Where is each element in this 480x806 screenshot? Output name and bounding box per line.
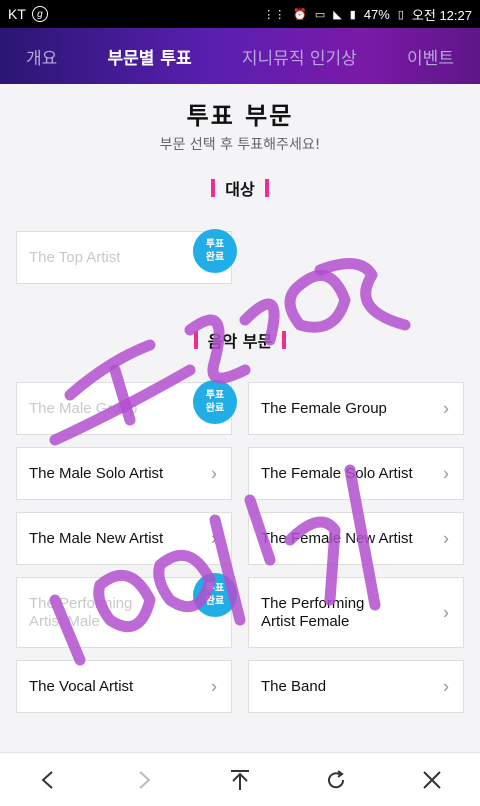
- close-icon[interactable]: [412, 760, 452, 800]
- clock: 오전 12:27: [411, 7, 472, 23]
- category-label: The Performing Artist Male: [29, 594, 133, 630]
- category-card-band[interactable]: The Band ›: [248, 660, 464, 713]
- chevron-right-icon: ›: [443, 602, 449, 622]
- category-card-male-solo[interactable]: The Male Solo Artist ›: [16, 447, 232, 500]
- tab-genie-popularity[interactable]: 지니뮤직 인기상: [242, 44, 357, 69]
- page-title: 투표 부문: [186, 102, 294, 130]
- alarm-icon: ⏰: [293, 8, 307, 21]
- tab-overview[interactable]: 개요: [26, 44, 57, 69]
- section-title: 음악 부문: [207, 332, 273, 351]
- tab-event[interactable]: 이벤트: [407, 44, 454, 69]
- section-heading-music: 음악 부문: [0, 328, 480, 352]
- section-heading-grand: 대상: [0, 176, 480, 200]
- chevron-right-icon: ›: [443, 463, 449, 483]
- category-label: The Female New Artist: [261, 529, 413, 547]
- carrier-name: KT: [8, 6, 26, 22]
- vote-complete-badge: 투표 완료: [193, 229, 237, 273]
- chevron-right-icon: ›: [211, 463, 217, 483]
- category-label: The Female Group: [261, 399, 387, 417]
- category-card-female-solo[interactable]: The Female Solo Artist ›: [248, 447, 464, 500]
- category-card-performing-female[interactable]: The Performing Artist Female ›: [248, 577, 464, 648]
- carrier-logo-icon: g: [31, 6, 48, 22]
- browser-bottom-bar: [0, 752, 480, 806]
- chevron-right-icon: ›: [443, 398, 449, 418]
- battery-icon: ▯: [397, 8, 404, 21]
- vote-complete-badge: 투표 완료: [193, 573, 237, 617]
- category-label: The Male Solo Artist: [29, 464, 164, 482]
- wifi-hifi-icon: ⋮⋮: [263, 8, 286, 21]
- section-title: 대상: [225, 180, 255, 199]
- chevron-right-icon: ›: [443, 528, 449, 548]
- back-arrow-icon[interactable]: [28, 760, 68, 800]
- category-label: The Performing Artist Female: [261, 594, 365, 630]
- heading-bar-left: [211, 179, 216, 197]
- category-label: The Top Artist: [29, 248, 121, 266]
- status-bar: KT g ⋮⋮ ⏰ ▭ ◣ ▮ 47% ▯ 오전 12:27: [0, 0, 480, 28]
- battery-percent: 47%: [363, 6, 390, 22]
- heading-bar-right: [282, 331, 287, 349]
- wifi-icon: ◣: [333, 8, 342, 21]
- scroll-top-icon[interactable]: [220, 760, 260, 800]
- signal-icon: ▮: [349, 8, 356, 21]
- vote-complete-badge: 투표 완료: [193, 380, 237, 424]
- category-label: The Male New Artist: [29, 529, 164, 547]
- category-tabs: 개요 부문별 투표 지니뮤직 인기상 이벤트: [0, 28, 480, 84]
- category-label: The Male Group: [29, 399, 138, 417]
- heading-bar-right: [264, 179, 269, 197]
- tab-category-vote[interactable]: 부문별 투표: [108, 44, 192, 69]
- forward-arrow-icon[interactable]: [124, 760, 164, 800]
- status-left: KT g: [8, 6, 48, 22]
- status-right: ⋮⋮ ⏰ ▭ ◣ ▮ 47% ▯ 오전 12:27: [263, 5, 472, 24]
- category-card-female-new[interactable]: The Female New Artist ›: [248, 512, 464, 565]
- chevron-right-icon: ›: [443, 676, 449, 696]
- chevron-right-icon: ›: [211, 528, 217, 548]
- hd-icon: ▭: [314, 8, 326, 21]
- chevron-right-icon: ›: [211, 676, 217, 696]
- refresh-icon[interactable]: [316, 760, 356, 800]
- main-content: 투표 부문 부문 선택 후 투표해주세요! 대상 The Top Artist …: [0, 84, 480, 752]
- heading-bar-left: [193, 331, 198, 349]
- category-label: The Band: [261, 677, 327, 695]
- category-card-vocal[interactable]: The Vocal Artist ›: [16, 660, 232, 713]
- category-label: The Vocal Artist: [29, 677, 134, 695]
- category-card-female-group[interactable]: The Female Group ›: [248, 382, 464, 435]
- page-subtitle: 부문 선택 후 투표해주세요!: [159, 137, 321, 153]
- category-label: The Female Solo Artist: [261, 464, 413, 482]
- category-card-male-new[interactable]: The Male New Artist ›: [16, 512, 232, 565]
